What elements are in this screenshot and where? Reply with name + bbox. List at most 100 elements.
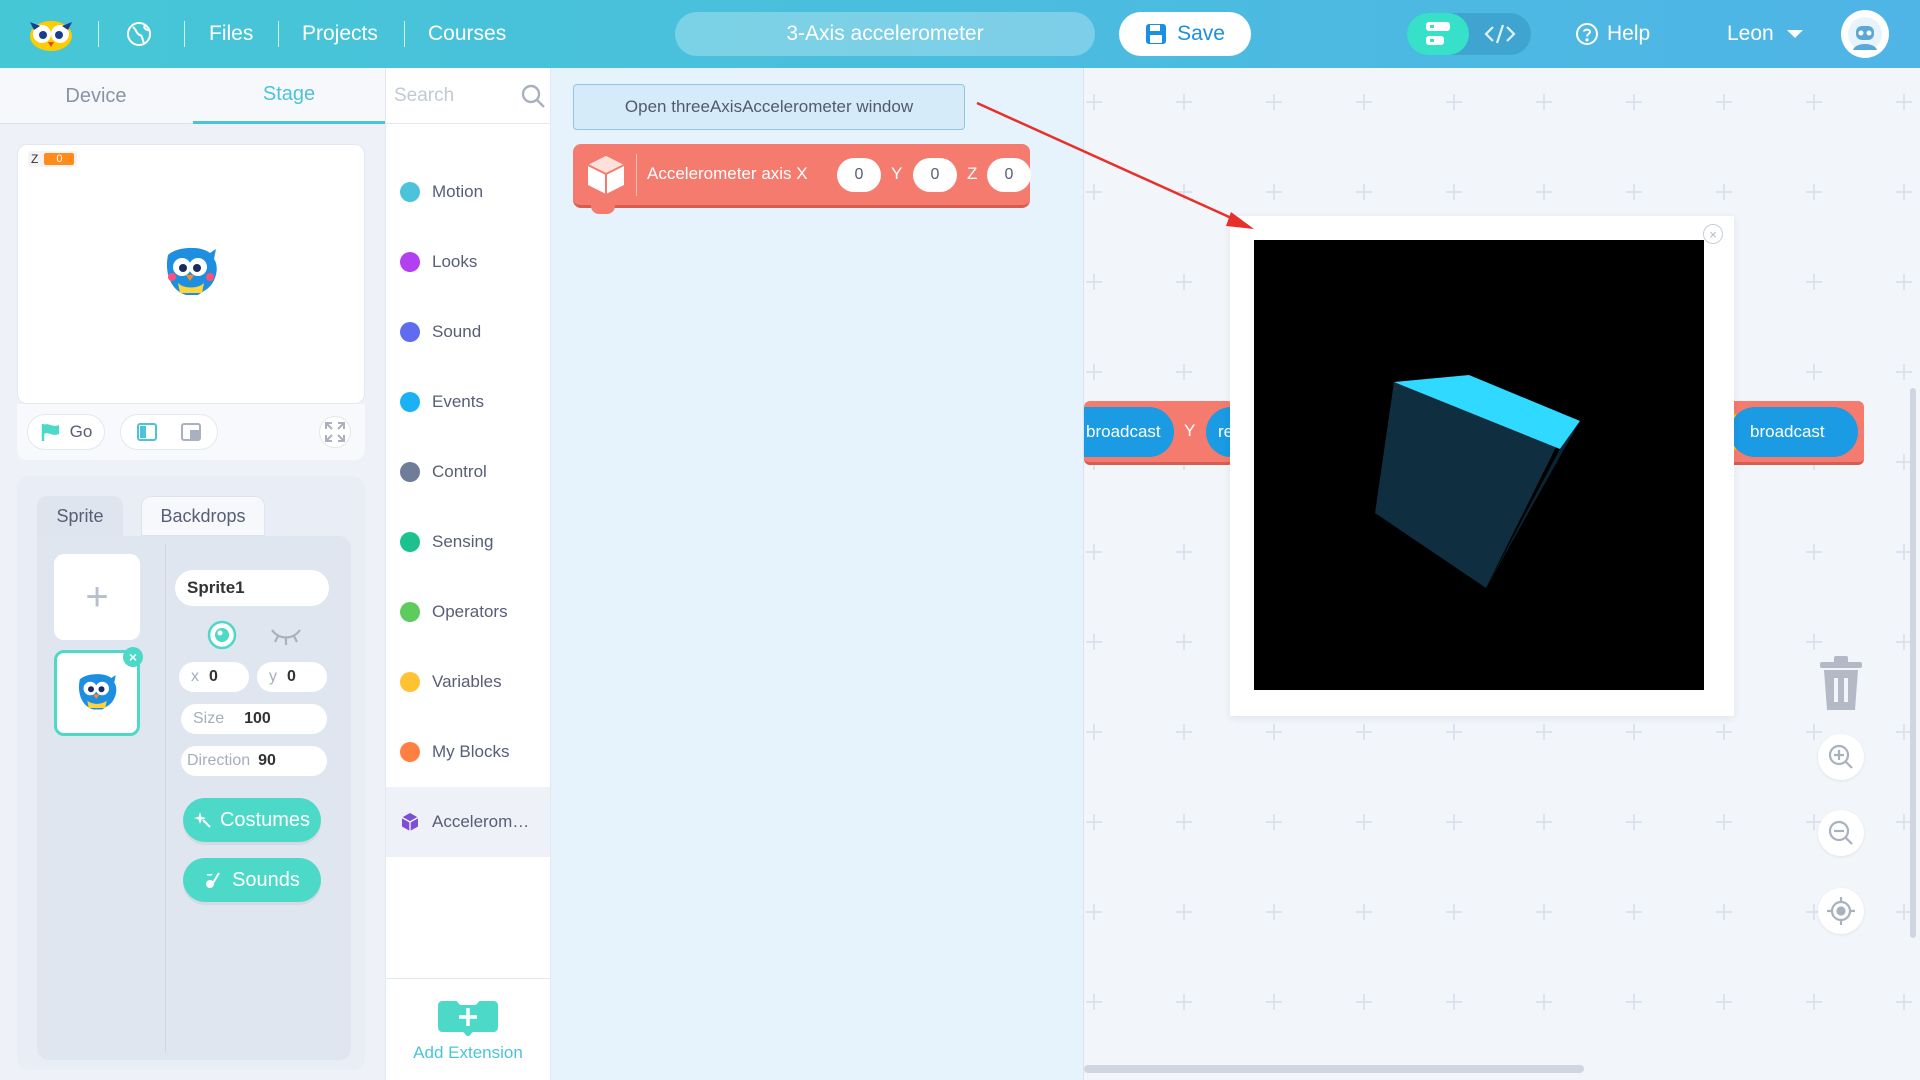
category-color-dot — [400, 532, 420, 552]
small-stage-icon[interactable] — [137, 423, 157, 441]
size-field[interactable]: Size 100 — [181, 704, 327, 734]
nav-projects[interactable]: Projects — [302, 0, 378, 68]
x-position-field[interactable]: x 0 — [179, 662, 249, 692]
stage-controls: Go — [17, 404, 365, 460]
nav-files[interactable]: Files — [209, 0, 253, 68]
globe-icon[interactable] — [126, 0, 156, 68]
add-sprite-button[interactable]: + — [54, 554, 140, 640]
category-motion[interactable]: Motion — [386, 157, 550, 227]
category-sound[interactable]: Sound — [386, 297, 550, 367]
owl-logo-icon[interactable] — [28, 0, 74, 68]
hide-sprite-icon[interactable] — [269, 622, 303, 648]
help-button[interactable]: Help — [1575, 0, 1650, 68]
delete-sprite-icon[interactable]: × — [123, 647, 143, 667]
cube-icon — [587, 156, 625, 194]
tab-backdrops[interactable]: Backdrops — [141, 496, 265, 536]
stage-canvas[interactable]: Z 0 — [17, 144, 365, 404]
show-sprite-icon[interactable] — [207, 620, 237, 650]
broadcast-reporter[interactable]: broadcast — [1730, 407, 1858, 457]
costumes-button[interactable]: Costumes — [183, 798, 321, 842]
vertical-scrollbar[interactable] — [1910, 388, 1916, 938]
accelerometer-block[interactable]: Accelerometer axis X 0 Y 0 Z 0 — [573, 144, 1031, 214]
3d-cube-viewport — [1254, 240, 1704, 690]
axis-y-label: Y — [1184, 421, 1196, 440]
blocks-mode-icon[interactable] — [1407, 13, 1469, 55]
broadcast-reporter[interactable]: broadcast — [1084, 407, 1174, 457]
save-button[interactable]: Save — [1119, 12, 1251, 56]
category-control[interactable]: Control — [386, 437, 550, 507]
close-window-icon[interactable]: × — [1703, 224, 1723, 244]
project-title-input[interactable]: 3-Axis accelerometer — [675, 12, 1095, 56]
axis-z-label: Z — [967, 164, 978, 183]
stage-panel: Device Stage Z 0 Go Sprite Backdrops + ×… — [0, 68, 385, 1080]
category-color-dot — [400, 182, 420, 202]
category-events[interactable]: Events — [386, 367, 550, 437]
add-extension-icon — [438, 1001, 498, 1036]
direction-value: 90 — [258, 752, 276, 769]
category-accelerom[interactable]: Accelerom… — [386, 787, 550, 857]
user-menu[interactable]: Leon — [1727, 0, 1804, 68]
y-position-field[interactable]: y 0 — [257, 662, 327, 692]
divider — [278, 21, 279, 47]
caret-down-icon — [1786, 30, 1803, 38]
search-bar — [386, 68, 552, 124]
question-circle-icon — [1576, 23, 1598, 45]
horizontal-scrollbar[interactable] — [1084, 1065, 1584, 1073]
category-variables[interactable]: Variables — [386, 647, 550, 717]
category-color-dot — [400, 672, 420, 692]
search-icon[interactable] — [520, 83, 546, 109]
block-categories: Motion Looks Sound Events Control Sensing Oper… — [385, 68, 552, 1080]
large-stage-icon[interactable] — [181, 423, 201, 441]
stage-layout-toggle[interactable] — [120, 414, 218, 450]
category-sensing[interactable]: Sensing — [386, 507, 550, 577]
category-my-blocks[interactable]: My Blocks — [386, 717, 550, 787]
zoom-in-icon — [1828, 744, 1853, 769]
sounds-label: Sounds — [232, 868, 300, 891]
help-label: Help — [1607, 22, 1651, 45]
category-label: Sensing — [432, 532, 494, 551]
category-operators[interactable]: Operators — [386, 577, 550, 647]
category-label: Accelerom… — [432, 812, 530, 831]
category-label: My Blocks — [432, 742, 510, 761]
add-extension-button[interactable]: Add Extension — [386, 978, 550, 1080]
category-label: Events — [432, 392, 484, 411]
direction-field[interactable]: Direction 90 — [181, 746, 327, 776]
code-workspace[interactable]: broadcast Y re Z broadcast × — [1084, 68, 1920, 1080]
zoom-out-icon — [1828, 820, 1853, 845]
open-window-block[interactable]: Open threeAxisAccelerometer window — [573, 84, 965, 130]
tab-stage[interactable]: Stage — [193, 68, 385, 124]
go-button[interactable]: Go — [27, 414, 105, 450]
nav-courses[interactable]: Courses — [428, 0, 506, 68]
code-mode-icon[interactable] — [1469, 13, 1531, 55]
sprite-name-input[interactable] — [175, 570, 329, 606]
divider — [184, 21, 185, 47]
zoom-out-button[interactable] — [1818, 810, 1864, 856]
block-notch — [591, 204, 615, 214]
axis-z-value[interactable]: 0 — [987, 158, 1031, 192]
axis-y-label: Y — [891, 164, 903, 183]
accelerometer-window[interactable]: × — [1230, 216, 1734, 716]
sounds-button[interactable]: Sounds — [183, 858, 321, 902]
floppy-disk-icon — [1146, 24, 1167, 44]
size-value: 100 — [244, 710, 271, 727]
trash-icon[interactable] — [1814, 654, 1868, 714]
mode-toggle[interactable] — [1407, 13, 1531, 55]
owl-sprite-icon[interactable] — [158, 245, 224, 306]
workspace-block-left[interactable]: broadcast Y re — [1084, 401, 1266, 465]
variable-monitor[interactable]: Z 0 — [28, 151, 78, 167]
zoom-in-button[interactable] — [1818, 734, 1864, 780]
axis-x-value[interactable]: 0 — [837, 158, 881, 192]
x-value: 0 — [209, 668, 218, 685]
y-value: 0 — [287, 668, 296, 685]
recenter-button[interactable] — [1818, 888, 1864, 934]
category-looks[interactable]: Looks — [386, 227, 550, 297]
category-label: Operators — [432, 602, 508, 621]
tab-sprite[interactable]: Sprite — [37, 496, 123, 536]
tab-device[interactable]: Device — [0, 68, 192, 124]
x-label: x — [191, 668, 199, 685]
sprite-thumbnail[interactable]: × — [54, 647, 143, 736]
fullscreen-button[interactable] — [319, 416, 351, 448]
search-input[interactable] — [394, 82, 512, 110]
avatar[interactable] — [1841, 10, 1889, 58]
axis-y-value[interactable]: 0 — [913, 158, 957, 192]
